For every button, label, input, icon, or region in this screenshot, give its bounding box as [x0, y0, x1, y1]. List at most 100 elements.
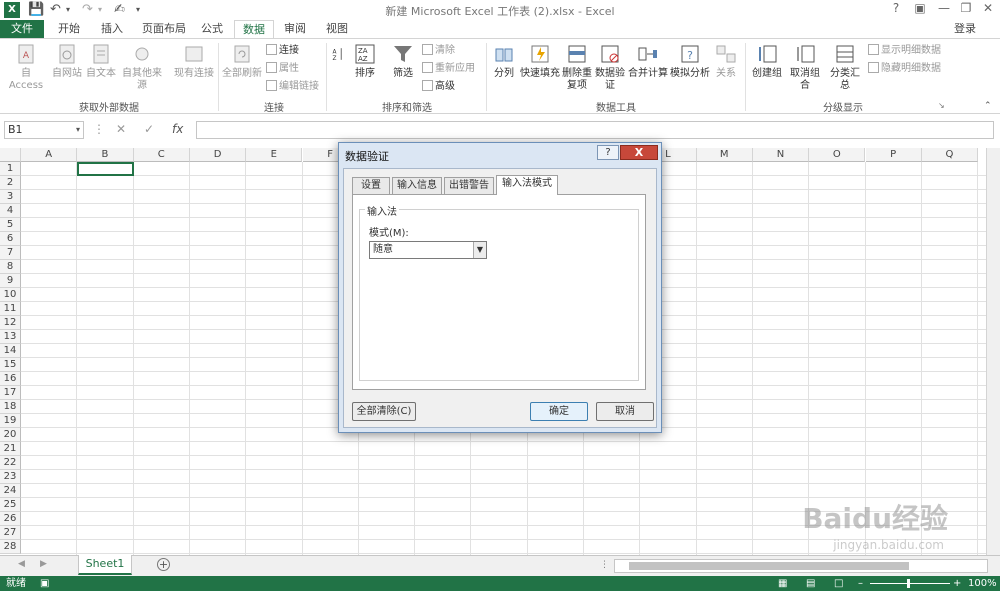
sheet-tab-sheet1[interactable]: Sheet1: [78, 555, 132, 575]
row-header[interactable]: 27: [0, 526, 21, 540]
tab-data[interactable]: 数据: [234, 20, 274, 39]
clear-filter-button[interactable]: 清除: [422, 44, 455, 58]
zoom-out-icon[interactable]: –: [858, 576, 863, 591]
row-header[interactable]: 11: [0, 302, 21, 316]
from-text-button[interactable]: 自文本: [84, 43, 118, 80]
insert-function-icon[interactable]: fx: [172, 121, 183, 139]
row-header[interactable]: 23: [0, 470, 21, 484]
zoom-slider-thumb[interactable]: [907, 579, 910, 588]
column-header[interactable]: N: [752, 148, 810, 162]
row-header[interactable]: 24: [0, 484, 21, 498]
row-header[interactable]: 22: [0, 456, 21, 470]
column-header[interactable]: Q: [921, 148, 979, 162]
clear-all-button[interactable]: 全部清除(C): [352, 402, 416, 421]
advanced-filter-button[interactable]: 高级: [422, 80, 455, 94]
zoom-level[interactable]: 100%: [968, 576, 997, 591]
minimize-icon[interactable]: —: [934, 1, 954, 15]
cancel-button[interactable]: 取消: [596, 402, 654, 421]
subtotal-button[interactable]: 分类汇总: [826, 43, 864, 92]
row-header[interactable]: 4: [0, 204, 21, 218]
flash-fill-button[interactable]: 快速填充: [520, 43, 560, 80]
column-header[interactable]: O: [809, 148, 866, 162]
mode-select[interactable]: 随意 ▼: [369, 241, 487, 259]
ok-button[interactable]: 确定: [530, 402, 588, 421]
column-header[interactable]: D: [189, 148, 247, 162]
tab-formulas[interactable]: 公式: [193, 20, 231, 39]
from-access-button[interactable]: A 自 Access: [4, 43, 48, 92]
from-web-button[interactable]: 自网站: [50, 43, 84, 80]
row-header[interactable]: 8: [0, 260, 21, 274]
existing-connections-button[interactable]: 现有连接: [172, 43, 216, 80]
prev-sheet-icon[interactable]: ◀: [18, 559, 25, 569]
vertical-scrollbar[interactable]: [986, 148, 1000, 555]
collapse-ribbon-icon[interactable]: ⌃: [984, 101, 992, 111]
name-box-dropdown-icon[interactable]: ▾: [76, 122, 80, 138]
column-header[interactable]: E: [246, 148, 303, 162]
tab-input-message[interactable]: 输入信息: [392, 177, 442, 194]
row-header[interactable]: 3: [0, 190, 21, 204]
tab-error-alert[interactable]: 出错警告: [444, 177, 494, 194]
ungroup-button[interactable]: 取消组合: [786, 43, 824, 92]
column-header[interactable]: M: [696, 148, 753, 162]
tab-view[interactable]: 视图: [318, 20, 356, 39]
row-header[interactable]: 12: [0, 316, 21, 330]
connections-button[interactable]: 连接: [266, 44, 299, 58]
tab-insert[interactable]: 插入: [93, 20, 131, 39]
row-header[interactable]: 28: [0, 540, 21, 554]
hscroll-grip-icon[interactable]: ⋮: [600, 560, 609, 570]
what-if-analysis-button[interactable]: ? 模拟分析: [670, 43, 710, 80]
page-layout-view-icon[interactable]: ▤: [806, 576, 815, 591]
sort-ascending-button[interactable]: AZ: [330, 43, 348, 68]
column-header[interactable]: P: [865, 148, 922, 162]
text-to-columns-button[interactable]: 分列: [490, 43, 518, 80]
row-header[interactable]: 17: [0, 386, 21, 400]
tab-settings[interactable]: 设置: [352, 177, 390, 194]
tab-file[interactable]: 文件: [0, 20, 44, 39]
enter-formula-icon[interactable]: ✓: [144, 121, 154, 139]
tab-home[interactable]: 开始: [50, 20, 88, 39]
consolidate-button[interactable]: 合并计算: [628, 43, 668, 80]
next-sheet-icon[interactable]: ▶: [40, 559, 47, 569]
page-break-view-icon[interactable]: □: [834, 576, 843, 591]
remove-duplicates-button[interactable]: 删除重复项: [562, 43, 592, 92]
row-header[interactable]: 6: [0, 232, 21, 246]
tab-page-layout[interactable]: 页面布局: [134, 20, 194, 39]
group-button[interactable]: 创建组: [750, 43, 784, 80]
formula-input[interactable]: [196, 121, 994, 139]
row-header[interactable]: 5: [0, 218, 21, 232]
select-all-corner[interactable]: [0, 148, 21, 162]
help-icon[interactable]: ?: [886, 1, 906, 15]
hide-detail-button[interactable]: 隐藏明细数据: [868, 62, 941, 76]
filter-button[interactable]: 筛选: [388, 43, 418, 80]
row-header[interactable]: 14: [0, 344, 21, 358]
row-header[interactable]: 21: [0, 442, 21, 456]
edit-links-button[interactable]: 编辑链接: [266, 80, 319, 94]
column-header[interactable]: A: [21, 148, 78, 162]
row-header[interactable]: 2: [0, 176, 21, 190]
properties-button[interactable]: 属性: [266, 62, 299, 76]
show-detail-button[interactable]: 显示明细数据: [868, 44, 941, 58]
column-header[interactable]: C: [133, 148, 190, 162]
chevron-down-icon[interactable]: ▼: [473, 242, 486, 258]
row-header[interactable]: 20: [0, 428, 21, 442]
name-box[interactable]: B1 ▾: [4, 121, 84, 139]
login-link[interactable]: 登录: [954, 20, 976, 38]
selected-cell[interactable]: [77, 162, 134, 176]
row-header[interactable]: 1: [0, 162, 21, 176]
restore-icon[interactable]: ❐: [956, 1, 976, 15]
zoom-slider[interactable]: [870, 579, 950, 588]
row-header[interactable]: 10: [0, 288, 21, 302]
zoom-in-icon[interactable]: +: [953, 576, 961, 591]
row-header[interactable]: 7: [0, 246, 21, 260]
row-header[interactable]: 16: [0, 372, 21, 386]
row-header[interactable]: 25: [0, 498, 21, 512]
ribbon-options-icon[interactable]: ▣: [910, 1, 930, 15]
data-validation-button[interactable]: 数据验证: [594, 43, 626, 92]
row-header[interactable]: 13: [0, 330, 21, 344]
dialog-close-button[interactable]: X: [620, 145, 658, 160]
refresh-all-button[interactable]: 全部刷新: [222, 43, 262, 80]
macro-record-icon[interactable]: ▣: [40, 576, 49, 591]
new-sheet-icon[interactable]: +: [157, 558, 170, 571]
tab-ime-mode[interactable]: 输入法模式: [496, 175, 558, 195]
sort-button[interactable]: ZA AZ 排序: [350, 43, 380, 80]
